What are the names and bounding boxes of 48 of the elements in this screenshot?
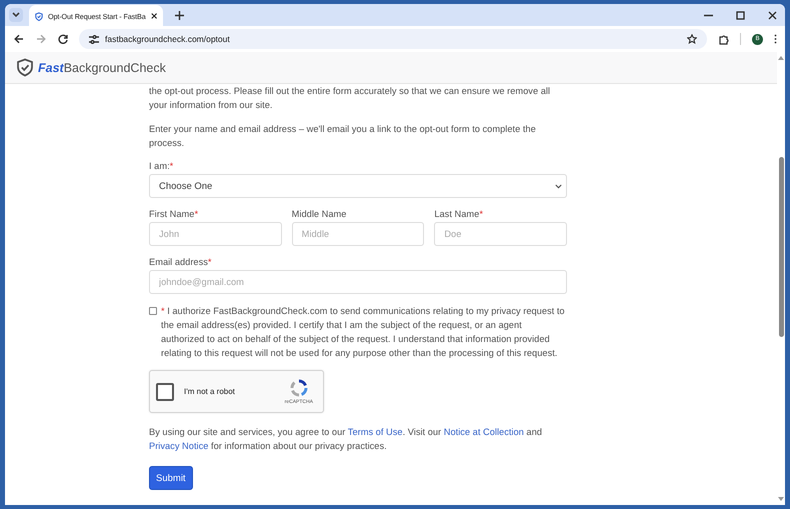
address-bar[interactable]: fastbackgroundcheck.com/optout (79, 29, 707, 49)
dropdown[interactable]: Choose One (149, 174, 567, 198)
site-settings-icon[interactable] (89, 34, 99, 44)
extensions-icon[interactable] (718, 34, 729, 44)
field-label: First Name (149, 209, 194, 219)
caret-icon (12, 12, 20, 18)
field-label: Last Name (434, 209, 480, 219)
required-mark: * (208, 257, 212, 267)
submit-button[interactable]: Submit (149, 466, 193, 490)
menu-icon[interactable] (774, 34, 777, 44)
text-link[interactable]: Notice at Collection (444, 427, 524, 437)
site-logo[interactable]: FastBackgroundCheck (38, 60, 166, 74)
field-label: I am: (149, 161, 170, 171)
maximize-icon[interactable] (736, 10, 745, 20)
star-icon[interactable] (687, 34, 697, 44)
input-field[interactable]: Doe (434, 222, 568, 246)
checkbox[interactable] (149, 307, 157, 315)
intro-text: Enter your name and email address – we'll email you a link to the opt-out form to complete the process. (149, 123, 537, 150)
field-label: Email address (149, 257, 208, 267)
field-label: Middle Name (292, 209, 346, 219)
url-text: fastbackgroundcheck.com/optout (105, 34, 230, 44)
scroll-thumb[interactable] (778, 157, 784, 337)
chevron-icon (555, 184, 562, 188)
text-link[interactable]: Terms of Use (348, 427, 403, 437)
legal-text: By using our site and services, you agree to our Terms of Use. Visit our Notice at Collection and Privacy Notice for information about our privacy practices. (149, 426, 543, 453)
input-field[interactable]: John (149, 222, 282, 246)
scroll-down-icon[interactable] (778, 497, 784, 501)
recaptcha-icon (290, 378, 308, 396)
close-icon[interactable] (768, 10, 777, 20)
back-icon[interactable] (14, 34, 24, 44)
scroll-up-icon[interactable] (778, 56, 784, 60)
reload-icon[interactable] (58, 34, 68, 44)
text-link[interactable]: Privacy Notice (149, 441, 208, 451)
consent-text: * I authorize FastBackgroundCheck.com to send communications relating to my privacy request to the email address(es) provided. I certify that I am the subject of the request, or an agent authorized to act on behalf of the subject of the request. I understand that information provided relating to this request will not be used for any purpose other than the processing of this request. (161, 305, 566, 360)
captcha-checkbox[interactable] (156, 382, 174, 400)
email-field[interactable]: johndoe@gmail.com (149, 270, 567, 294)
intro-text: the opt-out process. Please fill out the entire form accurately so that we can ensure we remove all your information from our site. (149, 85, 552, 112)
required-mark: * (479, 209, 483, 219)
input-field[interactable]: Middle (292, 222, 424, 246)
new-tab-icon[interactable] (175, 10, 184, 20)
required-mark: * (170, 161, 174, 171)
shield-icon (35, 10, 43, 22)
captcha-label: I'm not a robot (184, 387, 236, 396)
required-mark: * (194, 209, 198, 219)
close-icon[interactable] (150, 12, 157, 20)
tab-list-button[interactable] (9, 8, 23, 22)
forward-icon (36, 34, 46, 44)
shield-check-icon (16, 58, 34, 77)
